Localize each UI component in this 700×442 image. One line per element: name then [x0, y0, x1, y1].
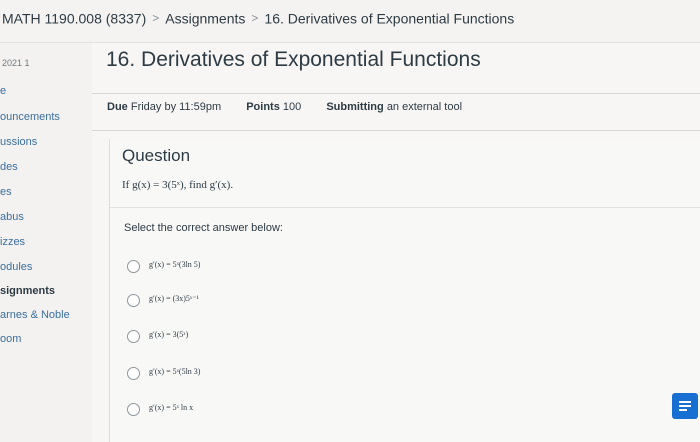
answer-option[interactable]: g′(x) = 5ˣ(3ln 5) [127, 258, 427, 276]
divider [92, 130, 700, 131]
points-value: 100 [282, 101, 302, 113]
answer-option-label: g′(x) = (3x)5ˣ⁻¹ [149, 294, 199, 303]
nav-item-assignments[interactable]: signments [0, 285, 55, 297]
breadcrumb-separator: > [251, 11, 259, 26]
answer-option-label: g′(x) = 5ˣ(5ln 3) [149, 367, 201, 376]
answer-instruction: Select the correct answer below: [124, 222, 283, 234]
due-value: Friday by 11:59pm [130, 101, 222, 113]
divider [110, 207, 700, 208]
submitting-value: an external tool [386, 101, 463, 113]
nav-item-announcements[interactable]: ouncements [0, 111, 60, 123]
page-title: 16. Derivatives of Exponential Functions [106, 48, 481, 71]
breadcrumb-course[interactable]: MATH 1190.008 (8337) [2, 10, 146, 26]
term-label: 2021 1 [2, 58, 30, 68]
chat-icon-line [679, 409, 687, 411]
points-label: Points [246, 101, 280, 113]
course-nav: 2021 1 e ouncements ussions des es abus … [0, 43, 92, 442]
answer-option-label: g′(x) = 3(5ˣ) [149, 330, 189, 339]
breadcrumb-separator: > [152, 11, 160, 26]
nav-item-files[interactable]: es [0, 186, 12, 198]
question-heading: Question [122, 146, 191, 165]
main-content: 16. Derivatives of Exponential Functions… [92, 43, 700, 442]
answer-option[interactable]: g′(x) = 5ˣ ln x [127, 401, 427, 419]
breadcrumb: MATH 1190.008 (8337) > Assignments >16. Der… [2, 9, 514, 26]
nav-item-barnes-noble[interactable]: arnes & Noble [0, 309, 70, 321]
nav-item-grades[interactable]: des [0, 161, 18, 173]
nav-item-modules[interactable]: odules [0, 261, 32, 273]
top-bar: MATH 1190.008 (8337) > Assignments >16. Der… [0, 0, 700, 43]
chat-icon-line [679, 405, 691, 407]
answer-option-label: g′(x) = 5ˣ(3ln 5) [149, 260, 201, 269]
divider [92, 93, 700, 94]
question-text: If g(x) = 3(5ˣ), find g′(x). [122, 179, 234, 191]
nav-item-discussions[interactable]: ussions [0, 136, 37, 148]
nav-item-zoom[interactable]: oom [0, 333, 21, 345]
submitting-label: Submitting [326, 101, 384, 113]
chat-icon [679, 401, 691, 403]
nav-item-syllabus[interactable]: abus [0, 211, 24, 223]
answer-option[interactable]: g′(x) = (3x)5ˣ⁻¹ [127, 292, 427, 310]
due-label: Due [107, 101, 128, 113]
nav-item-quizzes[interactable]: izzes [0, 236, 25, 248]
radio-button[interactable] [127, 260, 140, 273]
answer-option[interactable]: g′(x) = 5ˣ(5ln 3) [127, 365, 427, 383]
breadcrumb-current: 16. Derivatives of Exponential Functions [264, 10, 515, 27]
radio-button[interactable] [127, 403, 140, 416]
answer-option-label: g′(x) = 5ˣ ln x [149, 403, 194, 412]
chat-button[interactable] [672, 393, 698, 419]
answer-option[interactable]: g′(x) = 3(5ˣ) [127, 328, 427, 346]
radio-button[interactable] [127, 330, 140, 343]
breadcrumb-assignments[interactable]: Assignments [165, 10, 245, 26]
question-panel: Question If g(x) = 3(5ˣ), find g′(x). Se… [109, 139, 700, 442]
radio-button[interactable] [127, 294, 140, 307]
nav-item-home[interactable]: e [0, 85, 6, 97]
radio-button[interactable] [127, 367, 140, 380]
assignment-details: Due Friday by 11:59pm Points 100 Submitt… [107, 101, 484, 113]
